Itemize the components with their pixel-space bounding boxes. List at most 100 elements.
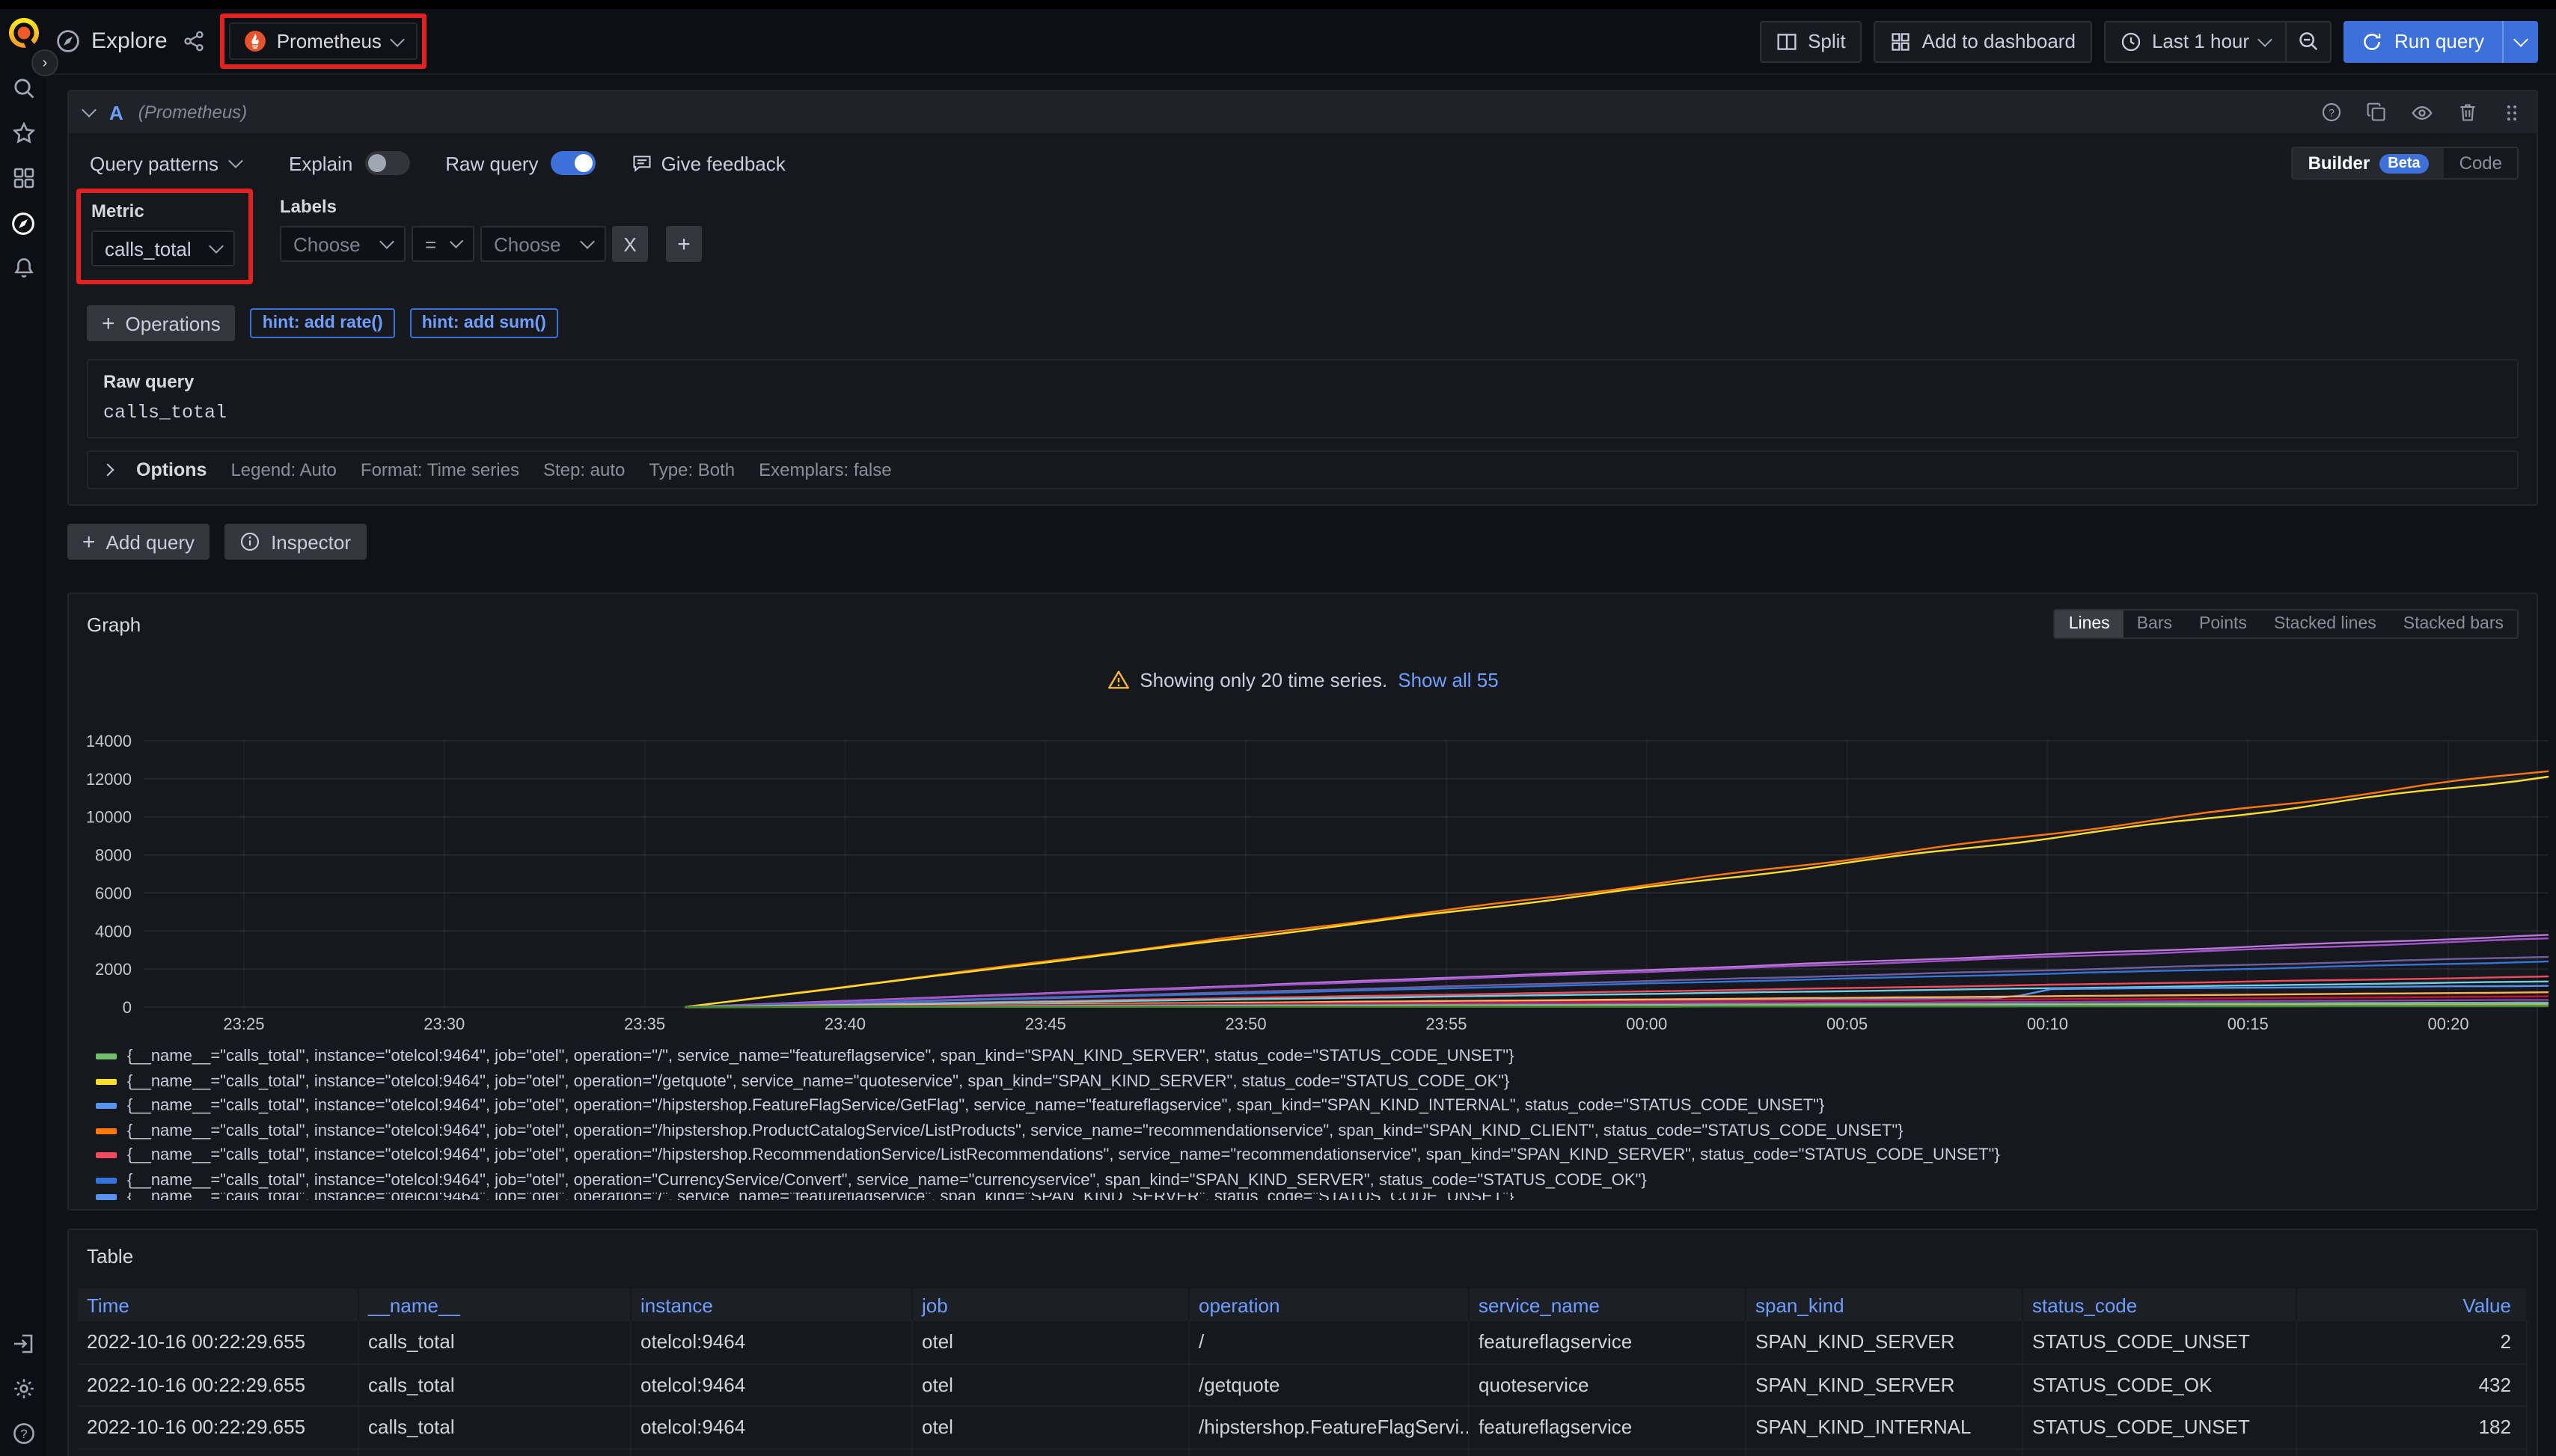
column-header-service-name[interactable]: service_name — [1470, 1288, 1746, 1321]
table-cell: 2 — [2297, 1321, 2528, 1362]
run-query-dropdown[interactable] — [2502, 20, 2538, 62]
datasource-name: Prometheus — [277, 30, 382, 52]
drag-handle-icon[interactable] — [2502, 103, 2522, 122]
sign-in-icon[interactable] — [0, 1321, 46, 1366]
legend-item[interactable]: {__name__="calls_total", instance="otelc… — [96, 1168, 2519, 1193]
option-step: Step: auto — [543, 459, 625, 480]
alerting-bell-icon[interactable] — [0, 245, 46, 290]
svg-text:?: ? — [19, 1427, 26, 1441]
label-operator-select[interactable]: = — [412, 226, 474, 262]
table-cell: /getquote — [1190, 1364, 1470, 1405]
query-editor-toolbar: Query patterns Explain Raw query — [87, 145, 2519, 181]
comment-icon — [632, 153, 652, 174]
collapse-chevron-icon[interactable] — [82, 103, 97, 117]
legend-item[interactable]: {__name__="calls_total", instance="otelc… — [96, 1193, 2519, 1200]
explain-toggle[interactable] — [364, 151, 409, 175]
delete-query-trash-icon[interactable] — [2457, 102, 2478, 123]
legend-swatch — [96, 1079, 117, 1085]
time-series-chart[interactable]: 0200040006000800010000120001400023:2523:… — [87, 730, 2556, 1039]
query-editor-panel: A (Prometheus) ? — [67, 90, 2538, 506]
table-cell: STATUS_CODE_UNSET — [2023, 1407, 2297, 1448]
legend-item[interactable]: {__name__="calls_total", instance="otelc… — [96, 1143, 2519, 1168]
query-help-icon[interactable]: ? — [2321, 102, 2342, 123]
graph-mode-lines[interactable]: Lines — [2055, 611, 2124, 637]
raw-query-label: Raw query — [103, 371, 2502, 392]
zoom-out-time-button[interactable] — [2285, 22, 2330, 61]
starred-icon[interactable] — [0, 111, 46, 156]
column-header-value[interactable]: Value — [2297, 1288, 2528, 1321]
svg-text:2000: 2000 — [95, 960, 132, 979]
query-patterns-dropdown[interactable]: Query patterns — [87, 152, 253, 174]
column-header-operation[interactable]: operation — [1190, 1288, 1470, 1321]
inspector-button[interactable]: Inspector — [224, 524, 366, 560]
column-header--name-[interactable]: __name__ — [359, 1288, 632, 1321]
table-row: 2022-10-16 00:22:29.655calls_totalotelco… — [78, 1321, 2528, 1364]
remove-label-filter-button[interactable]: X — [612, 226, 648, 262]
hint-add-sum-button[interactable]: hint: add sum() — [410, 308, 558, 338]
table-cell: /hipstershop.ProductCatalogS... — [1190, 1449, 1470, 1456]
hint-add-rate-button[interactable]: hint: add rate() — [251, 308, 395, 338]
table-body: 2022-10-16 00:22:29.655calls_totalotelco… — [78, 1321, 2528, 1456]
legend-label: {__name__="calls_total", instance="otelc… — [127, 1172, 1647, 1190]
split-button[interactable]: Split — [1760, 20, 1862, 62]
share-icon[interactable] — [183, 30, 205, 52]
metric-select[interactable]: calls_total — [91, 230, 235, 266]
column-header-time[interactable]: Time — [78, 1288, 359, 1321]
legend-label: {__name__="calls_total", instance="otelc… — [127, 1147, 2000, 1165]
add-label-filter-button[interactable]: + — [666, 226, 702, 262]
table-cell: quoteservice — [1470, 1364, 1746, 1405]
plus-icon: + — [102, 311, 115, 336]
duplicate-query-icon[interactable] — [2366, 102, 2387, 123]
tab-builder[interactable]: Builder Beta — [2293, 148, 2445, 178]
chevron-down-icon — [449, 235, 463, 249]
query-options-row[interactable]: Options Legend: Auto Format: Time series… — [87, 450, 2519, 489]
svg-text:10000: 10000 — [87, 808, 132, 827]
help-icon[interactable]: ? — [0, 1411, 46, 1456]
legend-item[interactable]: {__name__="calls_total", instance="otelc… — [96, 1069, 2519, 1094]
query-editor-body: Query patterns Explain Raw query — [69, 133, 2537, 504]
add-query-button[interactable]: + Add query — [67, 524, 210, 560]
column-header-job[interactable]: job — [913, 1288, 1190, 1321]
label-key-select[interactable]: Choose — [280, 226, 406, 262]
column-header-span-kind[interactable]: span_kind — [1746, 1288, 2023, 1321]
graph-mode-points[interactable]: Points — [2186, 611, 2260, 637]
column-header-instance[interactable]: instance — [632, 1288, 913, 1321]
sidebar-expand-button[interactable]: › — [31, 49, 58, 76]
table-cell: otel — [913, 1364, 1190, 1405]
chevron-down-icon — [379, 234, 394, 249]
dashboards-icon[interactable] — [0, 156, 46, 201]
chevron-right-icon — [102, 464, 114, 477]
legend-item[interactable]: {__name__="calls_total", instance="otelc… — [96, 1094, 2519, 1119]
datasource-picker[interactable]: Prometheus — [229, 22, 418, 60]
warning-triangle-icon — [1107, 669, 1129, 691]
give-feedback-link[interactable]: Give feedback — [632, 152, 786, 174]
chevron-down-icon — [580, 234, 595, 249]
legend-swatch — [96, 1054, 117, 1060]
legend-item[interactable]: {__name__="calls_total", instance="otelc… — [96, 1119, 2519, 1143]
graph-mode-stacked-bars[interactable]: Stacked bars — [2390, 611, 2517, 637]
query-row-header[interactable]: A (Prometheus) ? — [69, 91, 2537, 133]
svg-text:00:15: 00:15 — [2228, 1015, 2269, 1033]
run-query-button[interactable]: Run query — [2343, 20, 2538, 62]
column-header-status-code[interactable]: status_code — [2023, 1288, 2297, 1321]
builder-code-switch: Builder Beta Code — [2292, 147, 2519, 180]
time-range-button[interactable]: Last 1 hour — [2106, 22, 2285, 61]
hide-query-eye-icon[interactable] — [2411, 101, 2433, 123]
label-value-select[interactable]: Choose — [480, 226, 606, 262]
settings-gear-icon[interactable] — [0, 1366, 46, 1411]
add-operation-button[interactable]: + Operations — [87, 305, 236, 341]
graph-mode-bars[interactable]: Bars — [2124, 611, 2186, 637]
graph-mode-stacked-lines[interactable]: Stacked lines — [2260, 611, 2390, 637]
legend-item[interactable]: {__name__="calls_total", instance="otelc… — [96, 1044, 2519, 1069]
table-cell: 432 — [2297, 1364, 2528, 1405]
table-cell: recommendationservice — [1470, 1449, 1746, 1456]
grafana-logo[interactable] — [5, 15, 41, 51]
show-all-series-link[interactable]: Show all 55 — [1398, 669, 1498, 691]
svg-text:23:55: 23:55 — [1425, 1015, 1467, 1033]
tab-code[interactable]: Code — [2445, 148, 2517, 178]
add-to-dashboard-button[interactable]: Add to dashboard — [1874, 20, 2092, 62]
graph-header: Graph LinesBarsPointsStacked linesStacke… — [87, 606, 2519, 642]
raw-query-value: calls_total — [103, 403, 2502, 423]
raw-query-toggle[interactable] — [551, 151, 596, 175]
explore-compass-icon[interactable] — [0, 201, 46, 245]
